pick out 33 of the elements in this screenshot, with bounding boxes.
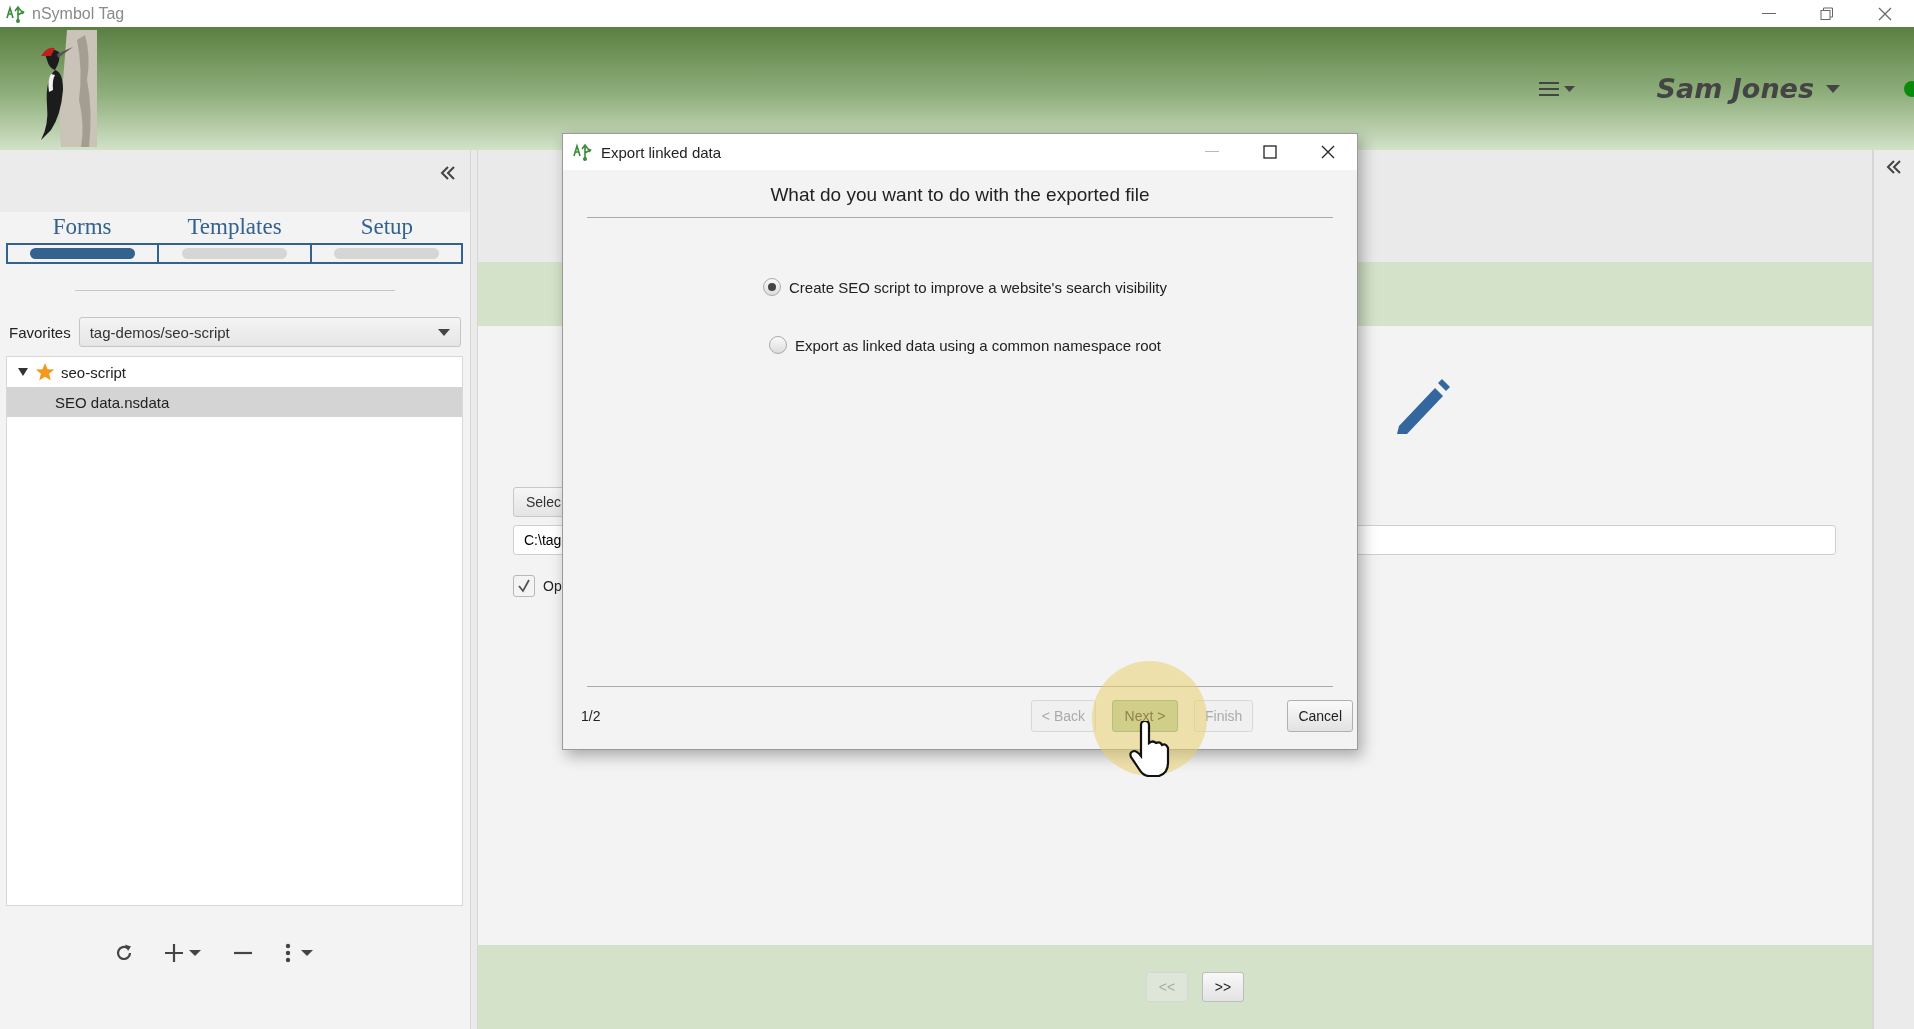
user-menu[interactable]: Sam Jones bbox=[1656, 73, 1840, 104]
wizard-button[interactable]: Cancel bbox=[1287, 700, 1353, 732]
checkbox[interactable] bbox=[513, 575, 535, 597]
favorites-label: Favorites bbox=[9, 323, 71, 341]
collapse-icon[interactable] bbox=[438, 164, 458, 182]
radio-option[interactable]: Create SEO script to improve a website's search visibility bbox=[763, 278, 1167, 296]
maximize-icon bbox=[1263, 145, 1277, 159]
option-label: Op bbox=[543, 578, 562, 594]
minimize-icon bbox=[1762, 12, 1776, 15]
page-indicator: 1/2 bbox=[581, 708, 602, 724]
close-icon bbox=[1878, 6, 1892, 21]
close-icon bbox=[1321, 145, 1335, 159]
collapse-icon[interactable] bbox=[1884, 158, 1904, 176]
window-title: nSymbol Tag bbox=[32, 4, 125, 23]
expander-icon[interactable] bbox=[17, 366, 29, 378]
radio-option[interactable]: Export as linked data using a common namespace root bbox=[768, 336, 1161, 354]
minimize-icon bbox=[1205, 151, 1219, 153]
pager-button[interactable]: >> bbox=[1202, 972, 1244, 1002]
tab[interactable]: Setup bbox=[310, 212, 463, 264]
dialog-title: Export linked data bbox=[601, 143, 722, 161]
app-logo-icon bbox=[573, 142, 593, 162]
caret-icon bbox=[1826, 84, 1840, 93]
tab[interactable]: Forms bbox=[6, 212, 159, 264]
dialog-heading: What do you want to do with the exported file bbox=[587, 170, 1333, 218]
tree-item[interactable]: SEO data.nsdata bbox=[7, 387, 462, 417]
restore-icon bbox=[1820, 6, 1834, 21]
splitter-handle[interactable] bbox=[470, 150, 478, 1029]
tree-item[interactable]: seo-script bbox=[7, 357, 462, 387]
check-icon bbox=[517, 579, 531, 593]
app-logo-icon bbox=[6, 3, 26, 24]
tab[interactable]: Templates bbox=[158, 212, 311, 264]
favorites-dropdown[interactable]: tag-demos/seo-script bbox=[78, 317, 461, 347]
caret-icon bbox=[438, 328, 450, 336]
